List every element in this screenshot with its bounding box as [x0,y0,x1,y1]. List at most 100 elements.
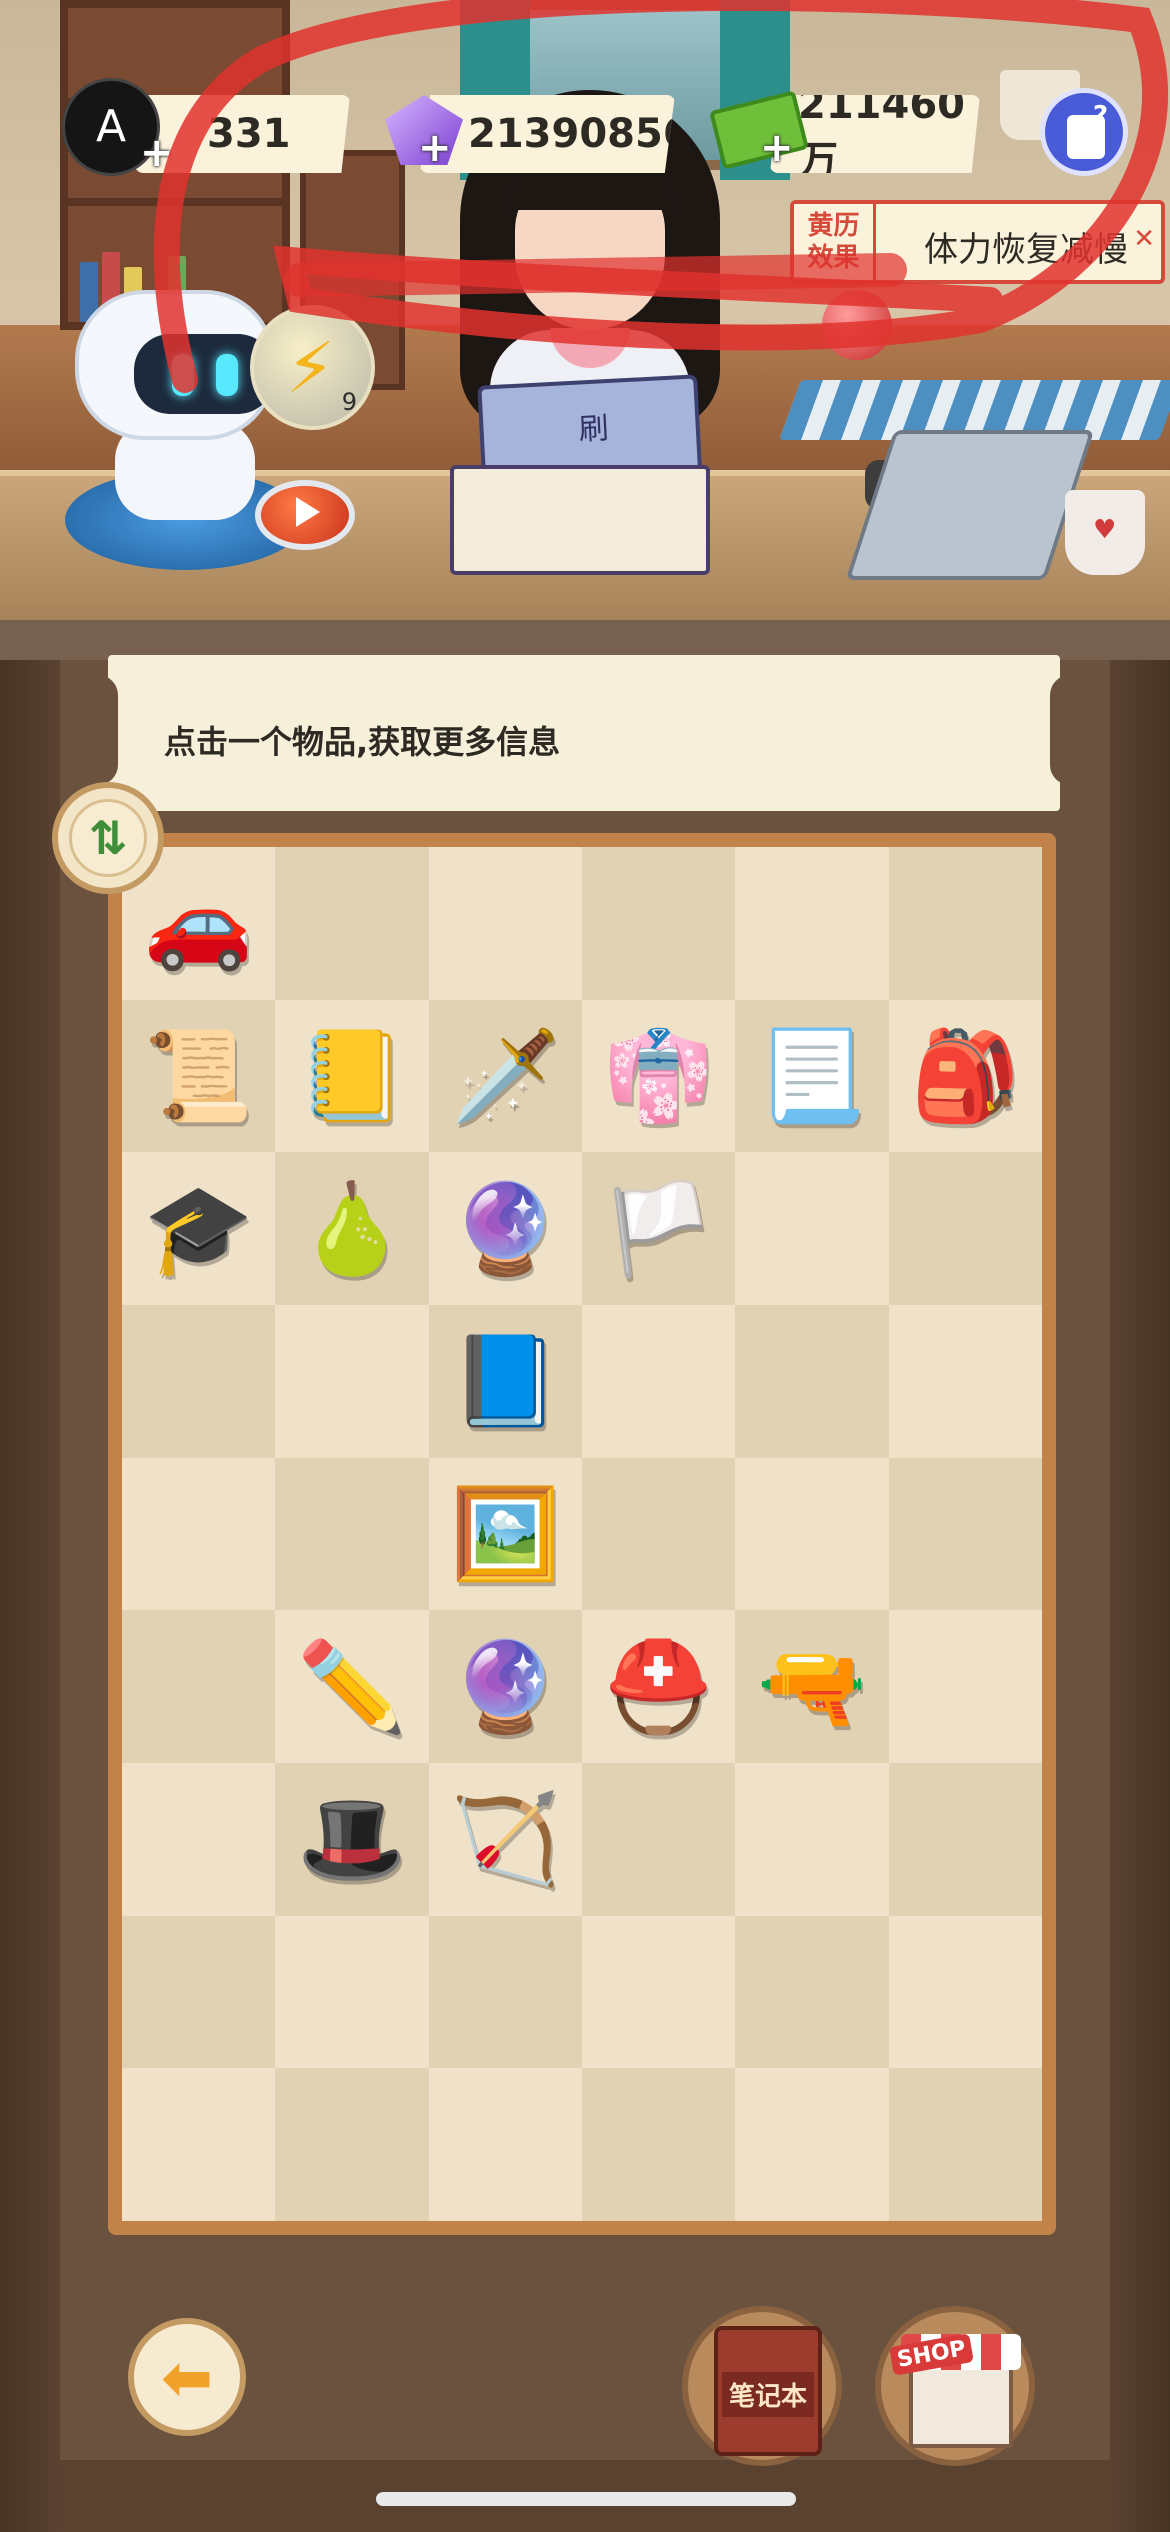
notebook-label: 笔记本 [722,2372,814,2417]
inventory-slot[interactable] [888,1763,1042,1916]
inventory-slot[interactable] [735,1305,889,1458]
inventory-slot[interactable] [888,2068,1042,2221]
inventory-item-icon[interactable]: 📒 [297,1031,407,1120]
inventory-slot[interactable] [735,1915,889,2069]
inventory-slot[interactable]: 👘 [581,999,736,1153]
inventory-slot[interactable] [275,1305,429,1458]
inventory-slot[interactable] [581,1915,736,2069]
inventory-slot[interactable]: 🎓 [122,1152,276,1305]
inventory-item-icon[interactable]: 🖼️ [451,1489,561,1578]
inventory-slot[interactable]: 🎒 [888,999,1042,1153]
inventory-slot[interactable]: 🔮 [428,1610,582,1763]
inventory-item-icon[interactable]: 🗡️ [451,1031,561,1120]
almanac-tag: 黄历 效果 [794,204,876,280]
inventory-slot[interactable] [428,847,582,1000]
inventory-slot[interactable] [275,1457,429,1611]
arrow-left-icon: ⬅ [161,2340,213,2414]
inventory-slot[interactable]: ⛑️ [581,1610,736,1763]
inventory-item-icon[interactable]: 📃 [757,1031,867,1120]
inventory-slot[interactable] [888,1610,1042,1763]
inventory-slot[interactable] [428,1915,582,2069]
energy-orb[interactable]: ⚡ 9 [250,305,375,430]
inventory-slot[interactable] [122,1610,276,1763]
inventory-slot[interactable] [888,1152,1042,1305]
book-title: 刷 [577,411,610,448]
sort-arrows-icon: ⇅ [69,799,147,877]
inventory-slot[interactable] [122,1305,276,1458]
inventory-slot[interactable] [735,847,889,1000]
inventory-slot[interactable]: 📜 [122,999,276,1153]
inventory-slot[interactable] [428,2068,582,2221]
hint-text: 点击一个物品,获取更多信息 [164,723,561,761]
back-button[interactable]: ⬅ [128,2318,246,2436]
inventory-item-icon[interactable]: 🚗 [144,879,254,967]
home-indicator[interactable] [376,2492,796,2506]
inventory-slot[interactable] [888,847,1042,1000]
inventory-slot[interactable] [122,1915,276,2069]
add-money-icon[interactable]: + [760,125,794,171]
inventory-slot[interactable]: 🔫 [735,1610,889,1763]
inventory-item-icon[interactable]: 📘 [451,1337,561,1425]
inventory-slot[interactable] [735,1152,889,1305]
inventory-slot[interactable] [581,1305,736,1458]
inventory-slot[interactable]: 🏳️ [581,1152,736,1305]
notebook-button[interactable]: 笔记本 [682,2306,842,2466]
inventory-slot[interactable]: 📒 [275,999,429,1153]
inventory-slot[interactable] [581,1457,736,1611]
almanac-tag-line2: 效果 [807,243,860,273]
inventory-slot[interactable] [735,1763,889,1916]
inventory-slot[interactable] [888,1305,1042,1458]
inventory-slot[interactable] [581,847,736,1000]
inventory-slot[interactable]: 🎩 [275,1763,429,1916]
inventory-slot[interactable] [122,1763,276,1916]
inventory-slot[interactable]: 📃 [735,999,889,1153]
gems-value: 21390856 [468,111,691,157]
inventory-item-icon[interactable]: 📜 [144,1031,254,1120]
red-ball [822,290,892,360]
notebook-icon: 笔记本 [714,2326,822,2456]
inventory-slot[interactable] [275,847,429,1000]
sort-button[interactable]: ⇅ [52,782,164,894]
inventory-item-icon[interactable]: 🎩 [297,1795,407,1883]
inventory-slot[interactable]: 🏹 [428,1763,582,1916]
inventory-slot[interactable]: 🖼️ [428,1457,582,1611]
inventory-slot[interactable]: 🔮 [428,1152,582,1305]
inventory-slot[interactable] [275,1915,429,2069]
close-x-icon[interactable]: ✕ [1133,224,1155,254]
almanac-effect-text: 体力恢复减慢 [924,230,1128,270]
inventory-slot[interactable] [275,2068,429,2221]
inventory-item-icon[interactable]: 🍐 [297,1184,407,1273]
inventory-slot[interactable]: 🍐 [275,1152,429,1305]
inventory-item-icon[interactable]: 🔫 [757,1642,867,1731]
notes-help-button[interactable]: ? [1040,88,1128,176]
inventory-slot[interactable]: 🗡️ [428,999,582,1153]
inventory-slot[interactable] [735,1457,889,1611]
add-rank-icon[interactable]: + [140,130,174,176]
inventory-item-icon[interactable]: 🏳️ [604,1184,714,1273]
inventory-grid: 🚗 📜 📒 🗡️ 👘 📃 🎒 🎓 🍐 🔮 🏳️ 📘 🖼️ ✏️ 🔮 ⛑️ 🔫 🎩 🏹 [122,847,1042,2221]
inventory-item-icon[interactable]: ✏️ [297,1642,407,1731]
question-icon: ? [1093,101,1109,131]
inventory-item-icon[interactable]: ⛑️ [604,1642,714,1731]
shop-button[interactable]: SHOP [875,2306,1035,2466]
inventory-item-icon[interactable]: 🎓 [144,1184,254,1273]
inventory-item-icon[interactable]: 👘 [604,1031,714,1120]
game-screen: 刷 ⚡ 9 331 A + 21390856 + 211460万 + ? 黄 [0,0,1170,2532]
inventory-item-icon[interactable]: 🔮 [451,1184,561,1273]
inventory-slot[interactable] [581,1763,736,1916]
inventory-slot[interactable]: ✏️ [275,1610,429,1763]
inventory-slot[interactable] [122,1457,276,1611]
inventory-slot[interactable]: 📘 [428,1305,582,1458]
inventory-slot[interactable] [122,2068,276,2221]
almanac-effect-panel[interactable]: 黄历 效果 体力恢复减慢 ✕ [790,200,1165,284]
inventory-slot[interactable] [581,2068,736,2221]
add-gems-icon[interactable]: + [418,125,452,171]
play-icon [296,497,320,527]
mug [1065,490,1145,575]
inventory-item-icon[interactable]: 🔮 [451,1642,561,1731]
inventory-slot[interactable] [888,1457,1042,1611]
inventory-item-icon[interactable]: 🏹 [451,1795,561,1883]
inventory-slot[interactable] [735,2068,889,2221]
inventory-item-icon[interactable]: 🎒 [911,1031,1021,1120]
inventory-slot[interactable] [888,1915,1042,2069]
